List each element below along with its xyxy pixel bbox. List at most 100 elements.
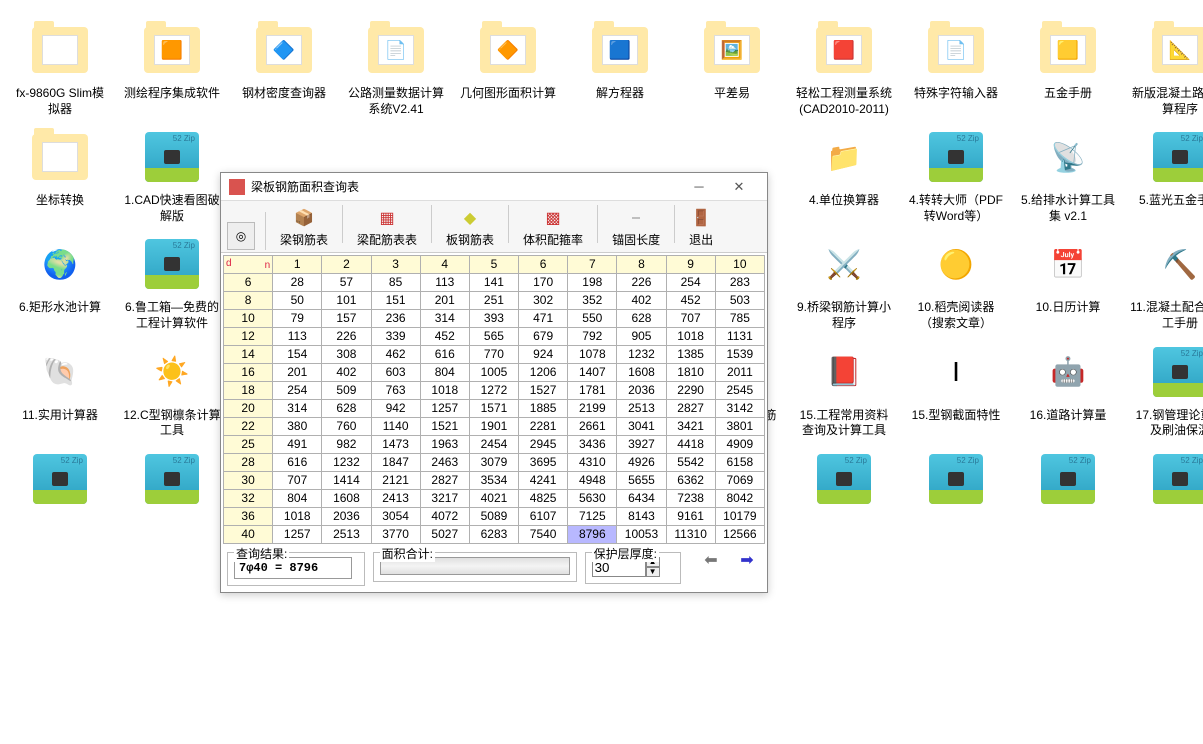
prev-arrow[interactable]: ⬅	[697, 552, 725, 568]
table-cell[interactable]: 2661	[568, 418, 617, 436]
table-cell[interactable]: 1018	[273, 508, 322, 526]
table-cell[interactable]: 8042	[715, 490, 764, 508]
row-header[interactable]: 18	[224, 382, 273, 400]
table-cell[interactable]: 402	[617, 292, 666, 310]
desktop-icon[interactable]: 52 Zip	[122, 447, 222, 515]
toolbar-small-button[interactable]: ◎	[227, 222, 255, 250]
table-cell[interactable]: 6158	[715, 454, 764, 472]
table-cell[interactable]: 3534	[469, 472, 518, 490]
table-cell[interactable]: 3054	[371, 508, 420, 526]
table-cell[interactable]: 4310	[568, 454, 617, 472]
table-cell[interactable]: 113	[420, 274, 469, 292]
desktop-icon[interactable]: ☀️12.C型钢檩条计算工具	[122, 340, 222, 439]
desktop-icon[interactable]: 📄公路测量数据计算系统V2.41	[346, 18, 446, 117]
rebar-table[interactable]: dn12345678910 62857851131411701982262542…	[223, 255, 765, 544]
table-cell[interactable]: 1901	[469, 418, 518, 436]
table-cell[interactable]: 201	[420, 292, 469, 310]
table-cell[interactable]: 3142	[715, 400, 764, 418]
table-cell[interactable]: 982	[322, 436, 371, 454]
table-cell[interactable]: 6283	[469, 526, 518, 544]
desktop-icon[interactable]: 🟨五金手册	[1018, 18, 1118, 117]
table-cell[interactable]: 1847	[371, 454, 420, 472]
desktop-icon[interactable]: fx-9860G Slim模拟器	[10, 18, 110, 117]
table-cell[interactable]: 2121	[371, 472, 420, 490]
row-header[interactable]: 12	[224, 328, 273, 346]
table-cell[interactable]: 254	[273, 382, 322, 400]
table-cell[interactable]: 3436	[568, 436, 617, 454]
table-cell[interactable]: 4241	[519, 472, 568, 490]
desktop-icon[interactable]: 📅10.日历计算	[1018, 232, 1118, 331]
table-cell[interactable]: 7238	[666, 490, 715, 508]
col-header[interactable]: 6	[519, 256, 568, 274]
desktop-icon[interactable]: 📁4.单位换算器	[794, 125, 894, 224]
table-cell[interactable]: 2945	[519, 436, 568, 454]
desktop-icon[interactable]: 📕15.工程常用资料查询及计算工具	[794, 340, 894, 439]
table-cell[interactable]: 785	[715, 310, 764, 328]
desktop-icon[interactable]: 📡5.给排水计算工具集 v2.1	[1018, 125, 1118, 224]
table-cell[interactable]: 251	[469, 292, 518, 310]
row-header[interactable]: 28	[224, 454, 273, 472]
table-cell[interactable]: 236	[371, 310, 420, 328]
row-header[interactable]: 6	[224, 274, 273, 292]
table-cell[interactable]: 12566	[715, 526, 764, 544]
table-cell[interactable]: 2413	[371, 490, 420, 508]
table-cell[interactable]: 565	[469, 328, 518, 346]
table-cell[interactable]: 4948	[568, 472, 617, 490]
table-cell[interactable]: 462	[371, 346, 420, 364]
table-cell[interactable]: 28	[273, 274, 322, 292]
table-cell[interactable]: 1407	[568, 364, 617, 382]
table-cell[interactable]: 141	[469, 274, 518, 292]
desktop-icon[interactable]: 52 Zip	[10, 447, 110, 515]
table-cell[interactable]: 792	[568, 328, 617, 346]
table-cell[interactable]: 339	[371, 328, 420, 346]
toolbar-梁配筋表表[interactable]: ▦梁配筋表表	[347, 205, 427, 250]
desktop-icon[interactable]: 52 Zip17.钢管理论重量及刷油保温	[1130, 340, 1203, 439]
table-cell[interactable]: 7125	[568, 508, 617, 526]
toolbar-锚固长度[interactable]: ⎯锚固长度	[602, 205, 670, 250]
table-cell[interactable]: 2290	[666, 382, 715, 400]
table-cell[interactable]: 151	[371, 292, 420, 310]
table-cell[interactable]: 198	[568, 274, 617, 292]
table-cell[interactable]: 770	[469, 346, 518, 364]
table-cell[interactable]: 3217	[420, 490, 469, 508]
table-cell[interactable]: 308	[322, 346, 371, 364]
desktop-icon[interactable]: 🟥轻松工程测量系统(CAD2010-2011)	[794, 18, 894, 117]
table-cell[interactable]: 3770	[371, 526, 420, 544]
table-cell[interactable]: 2513	[617, 400, 666, 418]
table-cell[interactable]: 157	[322, 310, 371, 328]
table-cell[interactable]: 6107	[519, 508, 568, 526]
table-cell[interactable]: 5089	[469, 508, 518, 526]
table-cell[interactable]: 942	[371, 400, 420, 418]
table-cell[interactable]: 11310	[666, 526, 715, 544]
table-cell[interactable]: 8796	[568, 526, 617, 544]
table-cell[interactable]: 6434	[617, 490, 666, 508]
desktop-icon[interactable]: 🟦解方程器	[570, 18, 670, 117]
table-cell[interactable]: 550	[568, 310, 617, 328]
col-header[interactable]: 3	[371, 256, 420, 274]
table-cell[interactable]: 1781	[568, 382, 617, 400]
table-cell[interactable]: 3421	[666, 418, 715, 436]
close-button[interactable]: ✕	[719, 175, 759, 199]
desktop-icon[interactable]: 📄特殊字符输入器	[906, 18, 1006, 117]
table-cell[interactable]: 1272	[469, 382, 518, 400]
col-header[interactable]: 9	[666, 256, 715, 274]
table-cell[interactable]: 10179	[715, 508, 764, 526]
toolbar-体积配箍率[interactable]: ▩体积配箍率	[513, 205, 593, 250]
table-cell[interactable]: 2827	[420, 472, 469, 490]
table-cell[interactable]: 393	[469, 310, 518, 328]
table-cell[interactable]: 1257	[273, 526, 322, 544]
col-header[interactable]: 8	[617, 256, 666, 274]
table-cell[interactable]: 5027	[420, 526, 469, 544]
table-cell[interactable]: 679	[519, 328, 568, 346]
table-cell[interactable]: 452	[420, 328, 469, 346]
table-cell[interactable]: 8143	[617, 508, 666, 526]
desktop-icon[interactable]: ⚔️9.桥梁钢筋计算小程序	[794, 232, 894, 331]
table-cell[interactable]: 352	[568, 292, 617, 310]
table-cell[interactable]: 4072	[420, 508, 469, 526]
table-cell[interactable]: 2281	[519, 418, 568, 436]
table-cell[interactable]: 101	[322, 292, 371, 310]
toolbar-板钢筋表[interactable]: ◆板钢筋表	[436, 205, 504, 250]
table-cell[interactable]: 283	[715, 274, 764, 292]
table-cell[interactable]: 707	[273, 472, 322, 490]
desktop-icon[interactable]: 🖼️平差易	[682, 18, 782, 117]
